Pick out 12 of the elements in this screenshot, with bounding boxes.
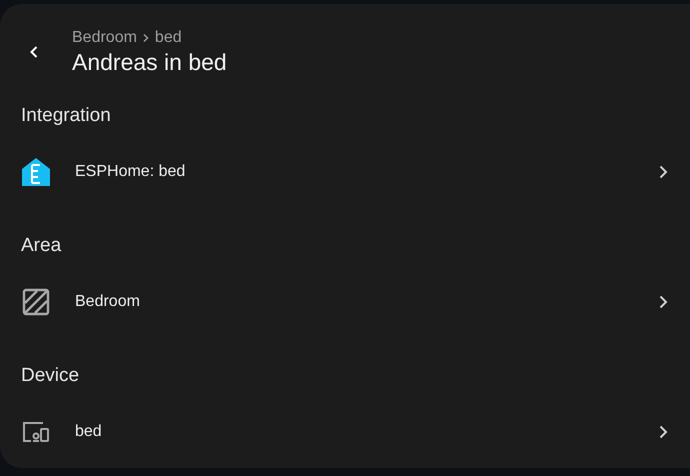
breadcrumb-item: bed	[154, 28, 182, 48]
page-title: Andreas in bed	[72, 48, 227, 76]
section-title: Area	[21, 234, 62, 258]
section-title: Integration	[21, 104, 112, 128]
section-title: Device	[21, 364, 80, 388]
list-item[interactable]: ESPHome: bed	[21, 147, 690, 197]
hatched-square-icon	[21, 287, 51, 317]
chevron-icon	[140, 33, 151, 43]
list-item[interactable]: Bedroom	[21, 277, 690, 327]
home-icon	[21, 157, 51, 187]
breadcrumb-item: Bedroom	[72, 28, 137, 48]
list-item[interactable]: bed	[21, 407, 690, 457]
